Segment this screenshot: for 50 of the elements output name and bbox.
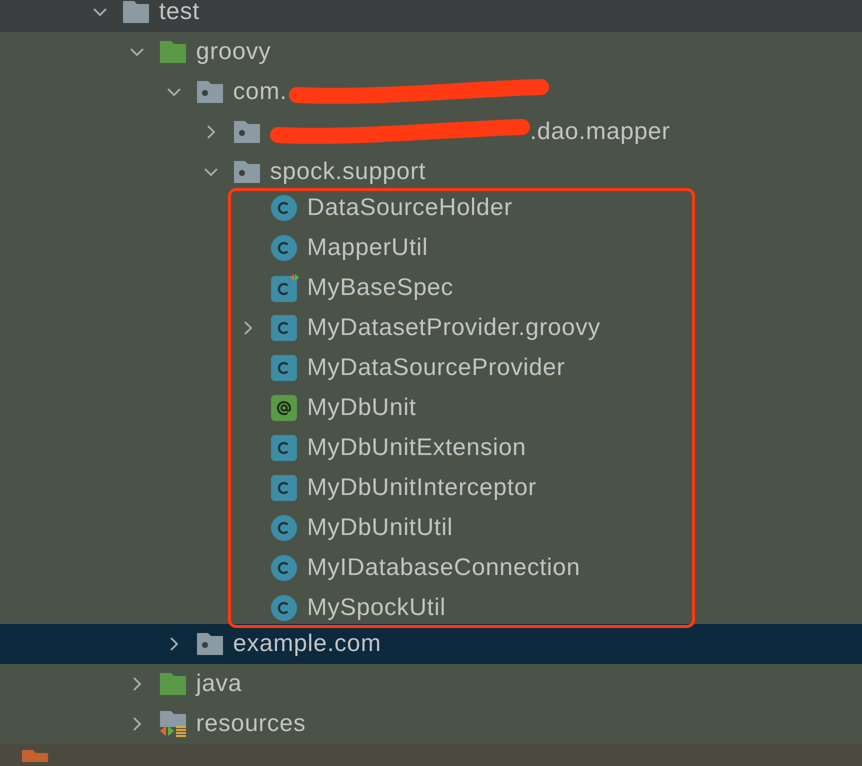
class-icon	[271, 515, 297, 541]
node-label: .dao.mapper	[530, 117, 670, 147]
folder-icon	[123, 1, 149, 23]
tree-row[interactable]: MyDataSourceProvider	[231, 348, 692, 388]
node-label: MyDbUnit	[307, 393, 416, 423]
package-icon	[197, 81, 223, 103]
class-icon	[271, 195, 297, 221]
node-label: example.com	[233, 629, 382, 659]
package-icon	[234, 161, 260, 183]
tree-row[interactable]: test	[0, 0, 862, 32]
tree-row[interactable]: MyDbUnit	[231, 388, 692, 428]
tree-row[interactable]: MyDbUnitUtil	[231, 508, 692, 548]
node-label: DataSourceHolder	[307, 193, 512, 223]
class-icon	[271, 355, 297, 381]
class-icon	[271, 235, 297, 261]
node-label: groovy	[196, 37, 272, 67]
node-label: MyDbUnitExtension	[307, 433, 526, 463]
node-label: MyIDatabaseConnection	[307, 553, 580, 583]
class-icon	[271, 475, 297, 501]
tree-row[interactable]: MyDbUnitExtension	[231, 428, 692, 468]
node-label: MyDatasetProvider.groovy	[307, 313, 600, 343]
tree-row[interactable]: MapperUtil	[231, 228, 692, 268]
folder-icon	[160, 41, 186, 63]
annotation-icon	[271, 395, 297, 421]
class-icon	[271, 435, 297, 461]
node-label: MapperUtil	[307, 233, 428, 263]
node-label: resources	[196, 709, 306, 739]
class-icon	[271, 315, 297, 341]
folder-icon	[22, 750, 48, 762]
node-label: MyDataSourceProvider	[307, 353, 566, 383]
folder-icon	[160, 673, 186, 695]
class-icon	[271, 555, 297, 581]
package-icon	[234, 121, 260, 143]
tree-row[interactable]: MyIDatabaseConnection	[231, 548, 692, 588]
spec-class-icon	[271, 274, 299, 302]
node-label: spock.support	[270, 157, 426, 187]
node-label: com.	[233, 77, 288, 107]
node-label: MyDbUnitUtil	[307, 513, 454, 543]
class-icon	[271, 595, 297, 621]
tree-row[interactable]: MyBaseSpec	[231, 268, 692, 308]
node-label: test	[159, 0, 200, 27]
resources-folder-icon	[160, 711, 188, 737]
tree-row[interactable]: example.com	[0, 624, 862, 664]
node-label: MyBaseSpec	[307, 273, 454, 303]
tree-row[interactable]: MyDatasetProvider.groovy	[231, 308, 692, 348]
node-label: MyDbUnitInterceptor	[307, 473, 537, 503]
node-label: MySpockUtil	[307, 593, 446, 623]
node-label: java	[196, 669, 242, 699]
tree-row[interactable]: MyDbUnitInterceptor	[231, 468, 692, 508]
package-icon	[197, 633, 223, 655]
